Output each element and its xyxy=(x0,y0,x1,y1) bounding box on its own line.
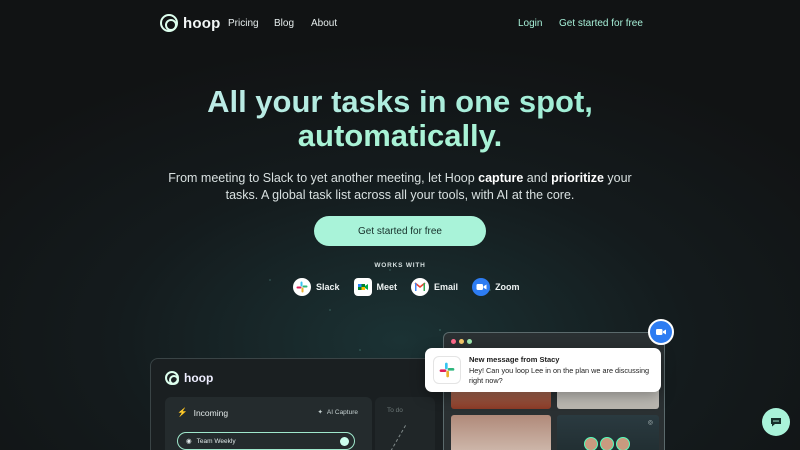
nav-link-blog[interactable]: Blog xyxy=(274,18,294,29)
hero-title-line2: automatically. xyxy=(297,118,503,153)
hoop-mini-icon: ◎ xyxy=(647,420,653,426)
avatar xyxy=(584,437,598,450)
task-check-icon[interactable] xyxy=(340,436,349,446)
meeting-icon: ◉ xyxy=(186,438,192,445)
app-preview-panel: hoop ⚡ Incoming ✦ AI Capture ◉ Team Week… xyxy=(150,358,450,450)
avatar xyxy=(600,437,614,450)
avatar xyxy=(616,437,630,450)
slack-icon xyxy=(293,278,311,296)
zoom-icon xyxy=(472,278,491,296)
integrations-list: Slack Meet Email Zoom xyxy=(293,278,520,296)
brand-name: hoop xyxy=(183,14,221,32)
integration-label: Zoom xyxy=(495,282,520,292)
hoop-logo-icon xyxy=(160,14,178,32)
integration-meet: Meet xyxy=(353,278,398,296)
hoop-logo-icon xyxy=(165,371,179,385)
google-meet-icon xyxy=(353,278,372,296)
integration-label: Meet xyxy=(376,282,398,292)
slack-icon xyxy=(433,356,461,384)
app-preview-brand: hoop xyxy=(184,371,214,385)
window-close-dot xyxy=(451,339,456,344)
integration-email: Email xyxy=(411,278,458,296)
get-started-button[interactable]: Get started for free xyxy=(314,216,486,246)
chat-widget-button[interactable] xyxy=(762,408,790,436)
login-link[interactable]: Login xyxy=(518,18,542,29)
integration-zoom: Zoom xyxy=(472,278,520,296)
slack-notification[interactable]: New message from Stacy Hey! Can you loop… xyxy=(425,348,661,392)
participant-avatars xyxy=(584,437,630,450)
integration-slack: Slack xyxy=(293,278,340,296)
nav-link-pricing[interactable]: Pricing xyxy=(228,18,259,29)
gmail-icon xyxy=(411,278,430,296)
window-controls xyxy=(451,339,472,344)
video-tile xyxy=(451,415,551,450)
hero-subtitle-line2: tasks. A global task list across all you… xyxy=(225,188,575,202)
task-label: Team Weekly xyxy=(196,437,236,445)
notification-message: Hey! Can you loop Lee in on the plan we … xyxy=(469,366,650,385)
ai-capture-text: AI Capture xyxy=(326,408,358,416)
integration-label: Email xyxy=(434,282,459,292)
todo-column: To do xyxy=(375,397,435,450)
top-navigation: hoop Pricing Blog About Login Get starte… xyxy=(0,0,800,48)
lightning-icon: ⚡ xyxy=(177,407,188,417)
app-preview-logo: hoop xyxy=(165,371,213,385)
hero-subtitle-line1: From meeting to Slack to yet another mee… xyxy=(168,171,632,185)
hero-title-line1: All your tasks in one spot, xyxy=(0,84,800,120)
task-item[interactable]: ◉ Team Weekly xyxy=(177,432,355,450)
incoming-label: Incoming xyxy=(193,407,229,418)
notification-title: New message from Stacy xyxy=(469,355,560,364)
window-minimize-dot xyxy=(459,339,464,344)
integration-label: Slack xyxy=(316,282,340,292)
works-with-label: WORKS WITH xyxy=(374,262,426,269)
sparkle-icon: ✦ xyxy=(317,409,323,416)
chat-icon xyxy=(771,418,781,427)
incoming-column: ⚡ Incoming ✦ AI Capture ◉ Team Weekly xyxy=(165,397,372,450)
zoom-badge-icon xyxy=(648,319,674,345)
nav-link-about[interactable]: About xyxy=(311,18,337,29)
ai-capture-label: ✦ AI Capture xyxy=(317,408,358,417)
brand-logo[interactable]: hoop xyxy=(160,14,220,32)
nav-get-started-link[interactable]: Get started for free xyxy=(559,18,643,29)
incoming-header: ⚡ Incoming xyxy=(177,407,228,418)
window-maximize-dot xyxy=(467,339,472,344)
todo-label: To do xyxy=(387,407,403,414)
